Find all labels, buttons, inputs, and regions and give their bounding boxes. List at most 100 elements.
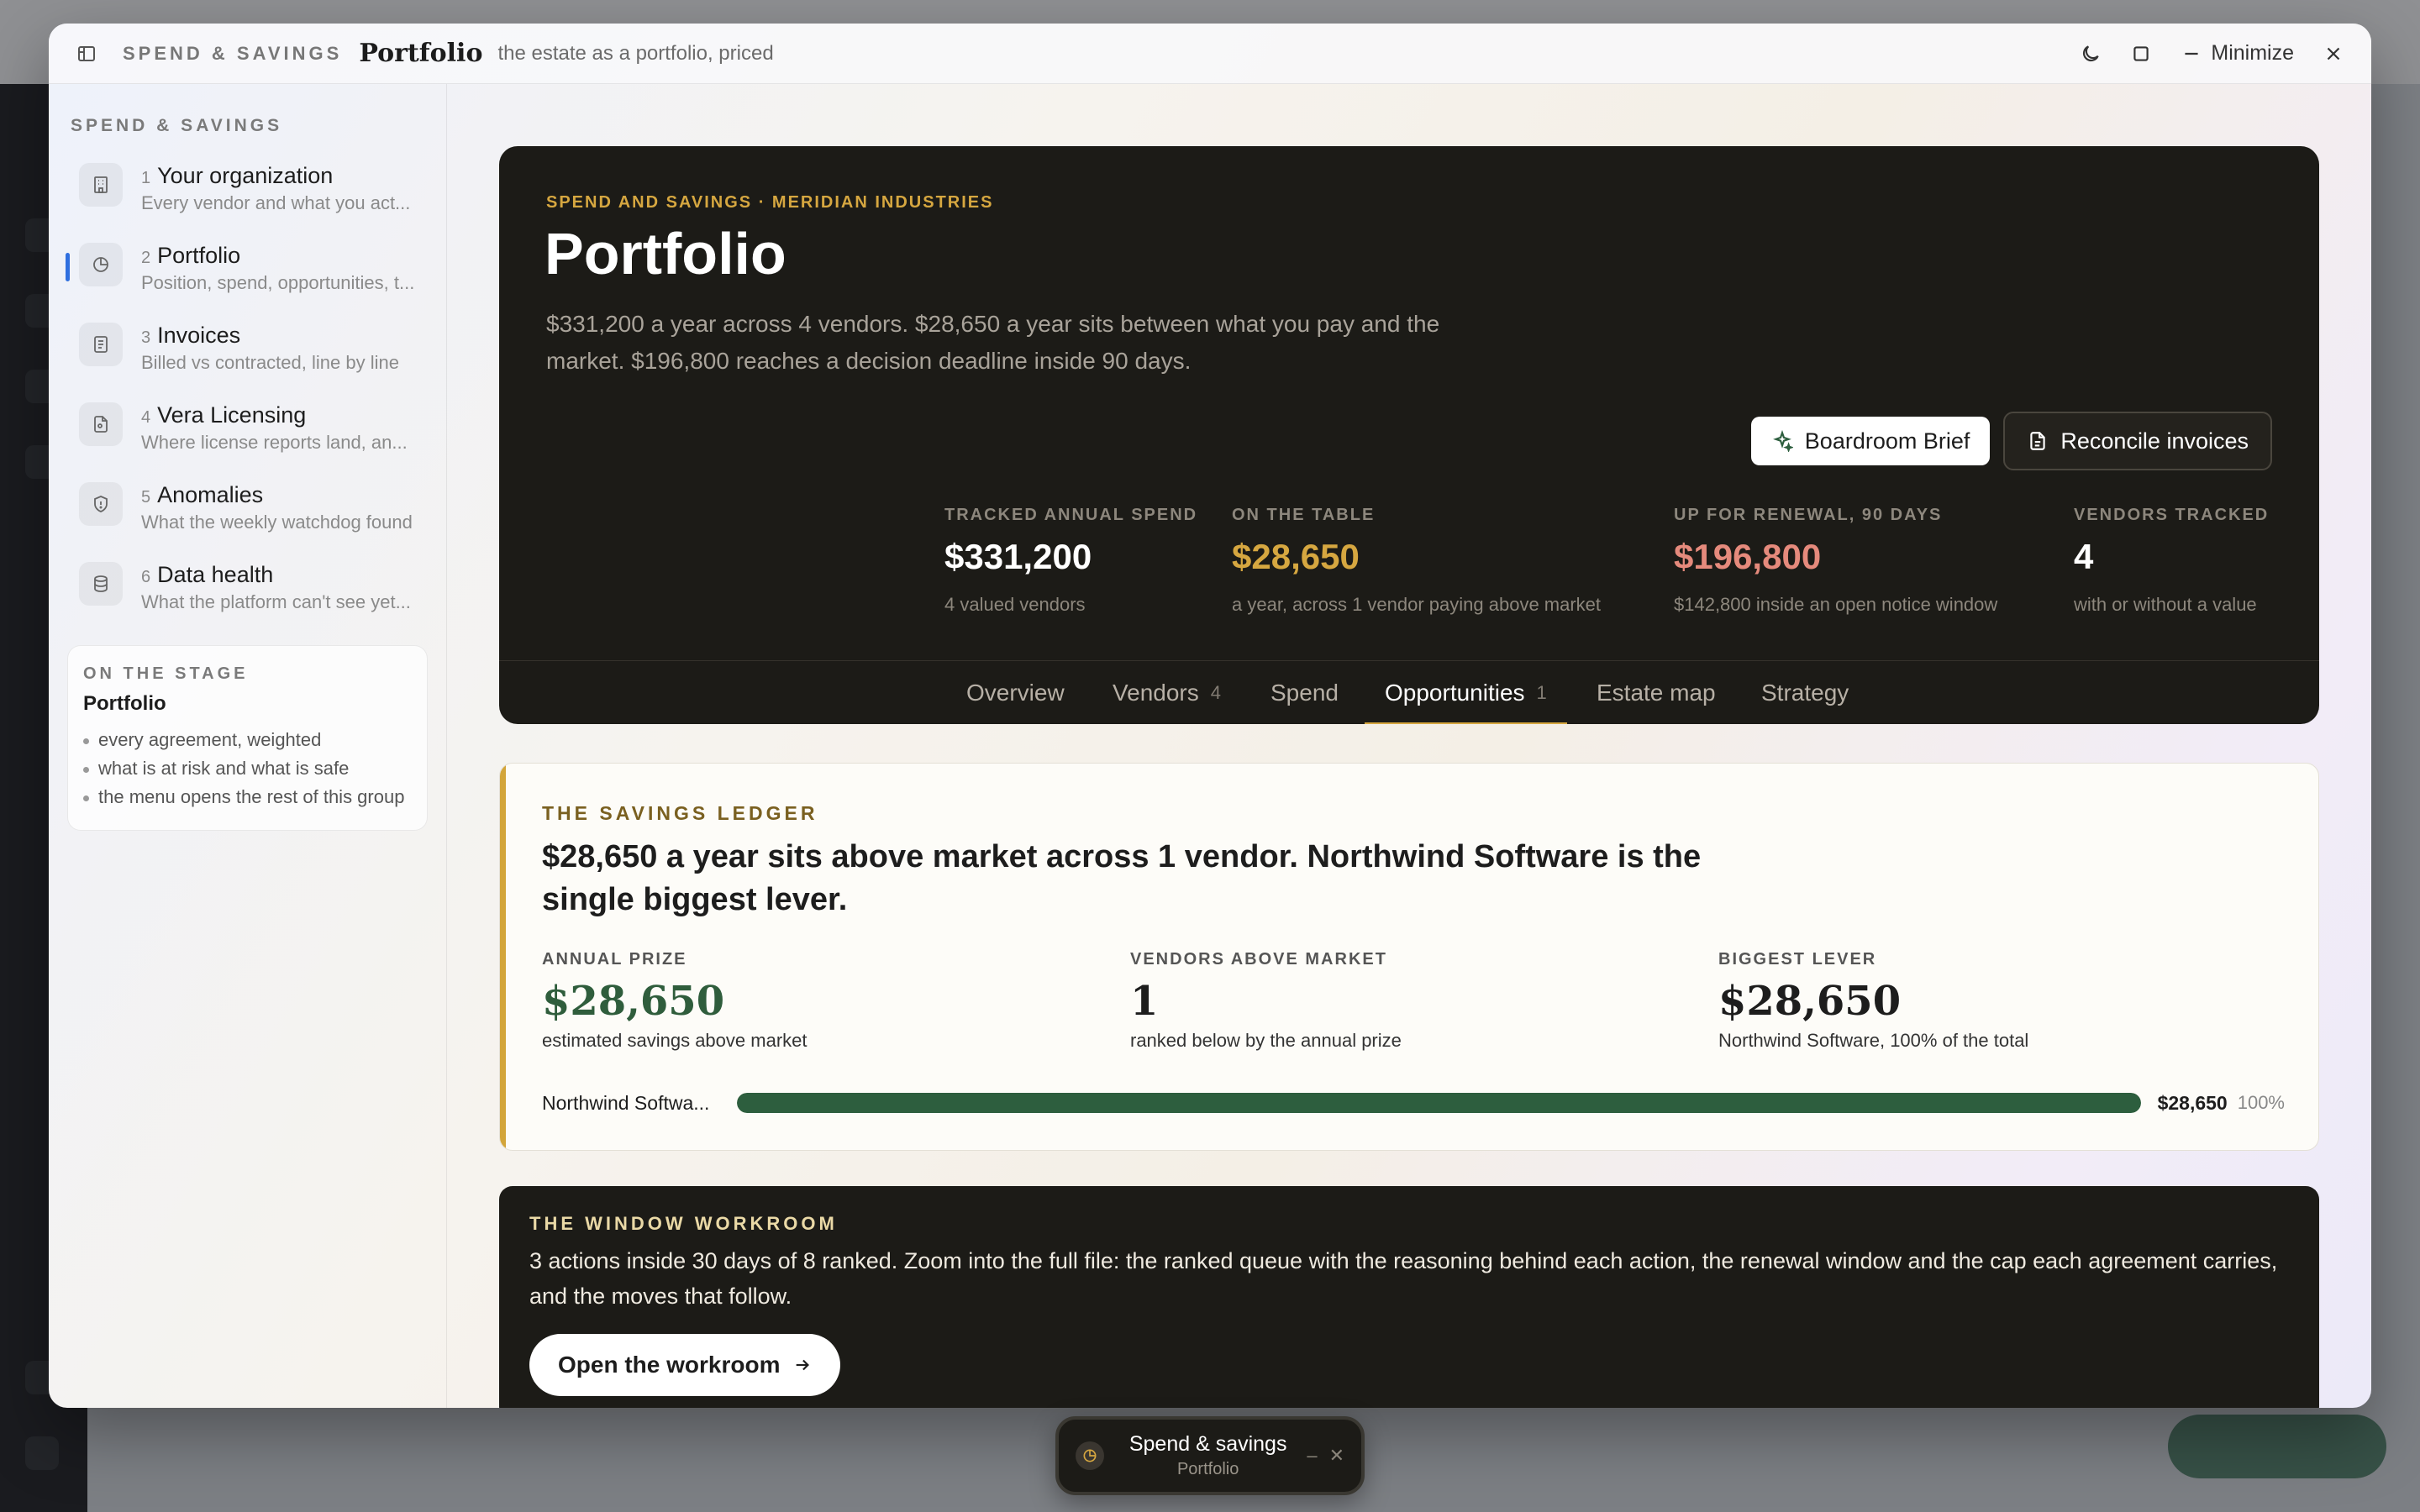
stage-point: the menu opens the rest of this group (83, 785, 412, 810)
stat-note: with or without a value (2074, 594, 2257, 615)
stat-value: $331,200 (944, 537, 1092, 576)
stat-on-the-table: ON THE TABLE $28,650 a year, across 1 ve… (1232, 506, 1601, 616)
hero-kicker: SPEND AND SAVINGS · MERIDIAN INDUSTRIES (546, 193, 994, 212)
stat-note: a year, across 1 vendor paying above mar… (1232, 594, 1602, 615)
stage-point: what is at risk and what is safe (83, 756, 412, 781)
nav-number: 5 (141, 488, 151, 507)
stage-title: Portfolio (83, 692, 166, 715)
tab-estate-map[interactable]: Estate map (1597, 661, 1716, 724)
ledger-stat-vendors-above-market: VENDORS ABOVE MARKET 1 ranked below by t… (1130, 950, 1402, 1052)
nav-number: 6 (141, 568, 151, 586)
window-titlebar: SPEND & SAVINGS Portfolio the estate as … (49, 24, 2371, 84)
tab-label: Estate map (1597, 680, 1716, 706)
window-subtitle: the estate as a portfolio, priced (497, 41, 774, 65)
building-icon (79, 163, 123, 207)
ledger-stat-annual-prize: ANNUAL PRIZE $28,650 estimated savings a… (542, 950, 808, 1052)
maximize-button[interactable] (2130, 43, 2152, 65)
ledger-stat-note: ranked below by the annual prize (1130, 1030, 1402, 1051)
savings-bar-fill (737, 1093, 2141, 1113)
bar-vendor-label: Northwind Softwa... (542, 1091, 710, 1114)
open-workroom-button[interactable]: Open the workroom (529, 1334, 841, 1396)
portfolio-window: SPEND & SAVINGS Portfolio the estate as … (49, 24, 2371, 1408)
tab-overview[interactable]: Overview (966, 661, 1065, 724)
theme-toggle-button[interactable] (2080, 43, 2102, 65)
nav-description: Every vendor and what you act... (141, 192, 411, 213)
nav-description: What the weekly watchdog found (141, 512, 413, 533)
sidebar: SPEND & SAVINGS 1 Your organization Every… (49, 84, 447, 1408)
stage-points: every agreement, weighted what is at ris… (83, 727, 412, 810)
shield-icon (79, 482, 123, 526)
sparkle-icon (1772, 430, 1793, 452)
hero-summary: $331,200 a year across 4 vendors. $28,65… (546, 311, 1440, 374)
ledger-stat-value: $28,650 (1718, 978, 1902, 1025)
stat-note: 4 valued vendors (944, 594, 1086, 615)
sidebar-item-your-organization[interactable]: 1 Your organization Every vendor and what… (67, 155, 428, 234)
stat-up-for-renewal: UP FOR RENEWAL, 90 DAYS $196,800 $142,80… (1674, 506, 1997, 616)
tab-vendors[interactable]: Vendors 4 (1113, 661, 1221, 724)
reconcile-invoices-button[interactable]: Reconcile invoices (2003, 412, 2272, 470)
ledger-stat-label: ANNUAL PRIZE (542, 950, 687, 969)
window-title: Portfolio (359, 39, 483, 68)
nav-number: 1 (141, 169, 151, 187)
nav-label: Your organization (157, 163, 334, 188)
window-section-label: SPEND & SAVINGS (123, 42, 343, 64)
workroom-description: 3 actions inside 30 days of 8 ranked. Zo… (529, 1248, 2278, 1309)
boardroom-brief-button[interactable]: Boardroom Brief (1750, 417, 1991, 465)
stat-label: TRACKED ANNUAL SPEND (944, 506, 1198, 524)
ledger-stat-note: estimated savings above market (542, 1030, 808, 1051)
close-button[interactable] (2323, 43, 2344, 65)
nav-description: Position, spend, opportunities, t... (141, 272, 415, 293)
dock-subtitle: Portfolio (1176, 1460, 1239, 1478)
ledger-stat-label: VENDORS ABOVE MARKET (1130, 950, 1387, 969)
ledger-stat-value: 1 (1130, 978, 1159, 1025)
nav-description: Where license reports land, an... (141, 432, 408, 453)
moon-icon (2083, 45, 2100, 61)
dock-close-icon[interactable]: ✕ (1329, 1445, 1344, 1467)
reconcile-invoices-label: Reconcile invoices (2060, 428, 2249, 454)
sidebar-toggle-icon[interactable] (76, 43, 97, 65)
nav-number: 3 (141, 328, 151, 347)
dock-minimize-icon[interactable]: – (1307, 1445, 1317, 1467)
pie-chart-icon (1076, 1441, 1104, 1470)
ledger-stat-note: Northwind Software, 100% of the total (1718, 1030, 2029, 1051)
bar-value: $28,650 (2157, 1091, 2228, 1114)
sidebar-item-anomalies[interactable]: 5 Anomalies What the weekly watchdog foun… (67, 474, 428, 554)
document-icon (2030, 432, 2046, 450)
nav-label: Anomalies (157, 482, 264, 507)
stat-label: VENDORS TRACKED (2074, 506, 2270, 524)
minimized-window-dock[interactable]: Spend & savings Portfolio – ✕ (1055, 1416, 1365, 1495)
ledger-stat-value: $28,650 (542, 978, 725, 1025)
tab-label: Vendors (1113, 680, 1199, 706)
minimize-button[interactable]: Minimize (2181, 41, 2294, 66)
tab-strategy[interactable]: Strategy (1761, 661, 1849, 724)
tab-count: 4 (1210, 682, 1221, 703)
sidebar-item-invoices[interactable]: 3 Invoices Billed vs contracted, line by … (67, 314, 428, 394)
nav-description: What the platform can't see yet... (141, 591, 411, 612)
stat-vendors-tracked: VENDORS TRACKED 4 with or without a valu… (2074, 506, 2269, 616)
sidebar-item-portfolio[interactable]: 2 Portfolio Position, spend, opportunitie… (66, 234, 428, 314)
stage-point: every agreement, weighted (83, 727, 412, 753)
tab-label: Spend (1270, 680, 1339, 706)
sidebar-item-data-health[interactable]: 6 Data health What the platform can't see… (67, 554, 428, 633)
stat-value: $28,650 (1232, 537, 1360, 576)
tab-label: Opportunities (1385, 680, 1525, 706)
database-icon (79, 562, 123, 606)
close-icon (2327, 47, 2340, 60)
nav-label: Invoices (157, 323, 241, 348)
minus-icon (2185, 52, 2198, 55)
ledger-stat-biggest-lever: BIGGEST LEVER $28,650 Northwind Software… (1718, 950, 2028, 1052)
savings-ledger-card: THE SAVINGS LEDGER $28,650 a year sits a… (499, 763, 2319, 1151)
sidebar-item-vera-licensing[interactable]: 4 Vera Licensing Where license reports la… (67, 394, 428, 474)
workroom-kicker: THE WINDOW WORKROOM (529, 1213, 838, 1234)
portfolio-tabs: Overview Vendors 4 Spend Opportunities 1 E… (499, 660, 2319, 724)
tab-opportunities[interactable]: Opportunities 1 (1365, 661, 1567, 724)
vendor-savings-bar-row[interactable]: Northwind Softwa... $28,650 100% (542, 1086, 2285, 1120)
tab-spend[interactable]: Spend (1270, 661, 1339, 724)
open-workroom-label: Open the workroom (558, 1352, 781, 1378)
stat-label: ON THE TABLE (1232, 506, 1376, 524)
main-content: SPEND AND SAVINGS · MERIDIAN INDUSTRIES … (447, 84, 2371, 1408)
portfolio-hero: SPEND AND SAVINGS · MERIDIAN INDUSTRIES … (499, 146, 2319, 724)
nav-number: 2 (141, 249, 151, 267)
stat-value: 4 (2074, 537, 2094, 576)
window-workroom-card: THE WINDOW WORKROOM 3 actions inside 30 … (499, 1186, 2319, 1408)
